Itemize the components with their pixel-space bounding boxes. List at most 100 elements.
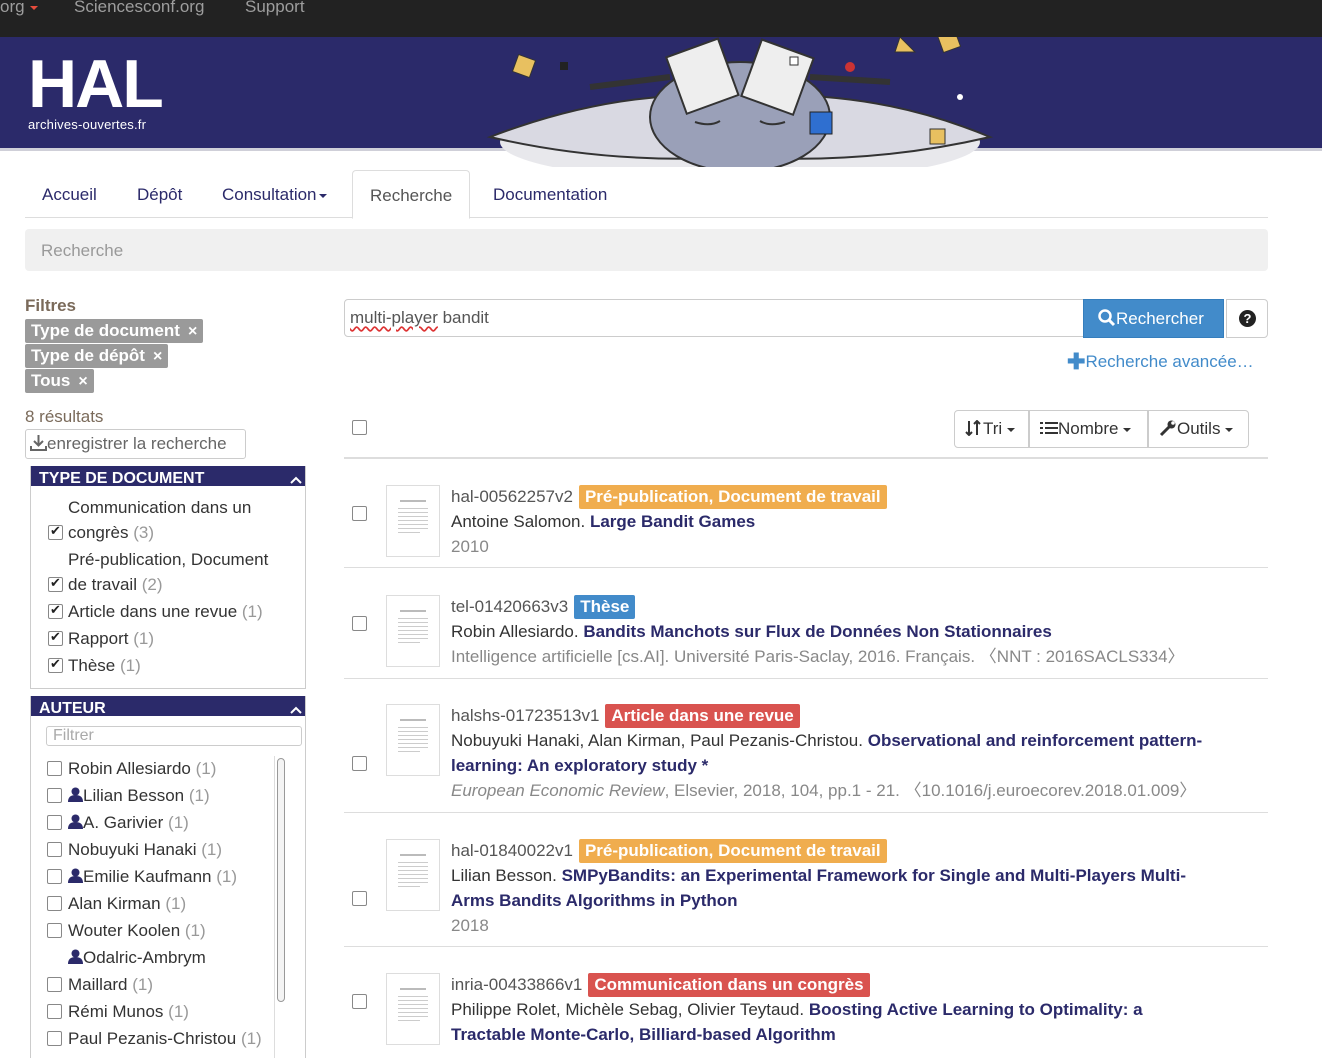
author-checkbox[interactable] (47, 788, 62, 803)
document-title[interactable]: Large Bandit Games (590, 512, 755, 531)
facet-item-rapport[interactable]: Rapport (1) (68, 626, 154, 651)
author-checkbox[interactable] (47, 842, 62, 857)
result-checkbox[interactable] (352, 756, 367, 771)
author-item[interactable]: A. Garivier (1) (68, 810, 189, 835)
nnt-link[interactable]: 〈NNT : 2016SACLS334〉 (980, 647, 1185, 666)
author-item[interactable]: Robin Allesiardo (1) (68, 756, 216, 781)
document-thumbnail[interactable] (386, 485, 440, 557)
document-thumbnail[interactable] (386, 595, 440, 667)
facet-item-article[interactable]: Article dans une revue (1) (68, 599, 263, 624)
sort-icon (965, 419, 981, 437)
checkbox-these[interactable] (48, 656, 63, 673)
checkbox-article[interactable] (48, 602, 63, 619)
result-checkbox[interactable] (352, 891, 367, 906)
topbar-org-dropdown[interactable]: org (0, 0, 38, 17)
tab-recherche[interactable]: Recherche (352, 170, 471, 219)
wrench-icon (1159, 420, 1176, 437)
save-search-button[interactable]: enregistrer la recherche (25, 429, 246, 459)
tools-dropdown[interactable]: Outils (1148, 410, 1249, 448)
facet-item-communication[interactable]: Communication dans un congrès (3) (68, 495, 251, 545)
document-title[interactable]: Boosting Active Learning to Optimality: … (809, 1000, 1143, 1019)
document-type-badge: Communication dans un congrès (588, 973, 870, 997)
tab-depot[interactable]: Dépôt (120, 170, 199, 218)
document-id[interactable]: halshs-01723513v1 (451, 706, 599, 725)
author-item[interactable]: Wouter Koolen (1) (68, 918, 206, 943)
help-button[interactable]: ? (1226, 299, 1268, 338)
document-title[interactable]: Bandits Manchots sur Flux de Données Non… (583, 622, 1052, 641)
filter-tag-document-type[interactable]: Type de document × (25, 319, 204, 343)
author-item[interactable]: Lilian Besson (1) (68, 783, 210, 808)
advanced-search-link[interactable]: ✚Recherche avancée… (1067, 349, 1254, 375)
topbar-support-link[interactable]: Support (245, 0, 305, 17)
document-type-badge: Article dans une revue (605, 704, 800, 728)
checkbox-rapport[interactable] (48, 629, 63, 646)
author-checkbox[interactable] (47, 815, 62, 830)
search-input[interactable]: multi-player bandit (344, 299, 1084, 337)
document-title[interactable]: SMPyBandits: an Experimental Framework f… (562, 866, 1186, 885)
author-list-scrollbar[interactable] (274, 756, 286, 1058)
result-authors-title: Lilian Besson. SMPyBandits: an Experimen… (451, 863, 1186, 888)
author-item[interactable]: Odalric-Ambrym (68, 945, 206, 970)
facet-title[interactable]: TYPE DE DOCUMENT (31, 466, 305, 487)
author-checkbox[interactable] (47, 761, 62, 776)
result-authors-title: Antoine Salomon. Large Bandit Games (451, 509, 755, 534)
author-checkbox[interactable] (47, 1004, 62, 1019)
facet-item-these[interactable]: Thèse (1) (68, 653, 141, 678)
document-id[interactable]: inria-00433866v1 (451, 975, 582, 994)
author-item[interactable]: Maillard (1) (68, 972, 153, 997)
document-id[interactable]: hal-00562257v2 (451, 487, 573, 506)
document-type-badge: Pré-publication, Document de travail (578, 839, 887, 863)
facet-item-prepublication[interactable]: Pré-publication, Document de travail (2) (68, 547, 268, 597)
authors: Robin Allesiardo. (451, 622, 579, 641)
document-id[interactable]: tel-01420663v3 (451, 597, 568, 616)
search-button[interactable]: Rechercher (1083, 299, 1224, 338)
author-checkbox[interactable] (47, 896, 62, 911)
author-item[interactable]: Alan Kirman (1) (68, 891, 186, 916)
result-checkbox[interactable] (352, 616, 367, 631)
document-thumbnail[interactable] (386, 839, 440, 911)
facet-title[interactable]: AUTEUR (31, 696, 305, 717)
tab-accueil[interactable]: Accueil (25, 170, 114, 218)
author-checkbox[interactable] (47, 869, 62, 884)
author-checkbox[interactable] (47, 1031, 62, 1046)
tab-documentation[interactable]: Documentation (476, 170, 624, 218)
tab-consultation[interactable]: Consultation (205, 170, 344, 218)
author-checkbox[interactable] (47, 977, 62, 992)
author-checkbox[interactable] (47, 923, 62, 938)
document-type-badge: Thèse (574, 595, 636, 619)
document-preview-icon (398, 610, 428, 643)
close-icon[interactable]: × (153, 348, 162, 365)
close-icon[interactable]: × (78, 373, 87, 390)
doi-link[interactable]: 〈10.1016/j.euroecorev.2018.01.009〉 (905, 781, 1197, 800)
author-item[interactable]: Rémi Munos (1) (68, 999, 189, 1024)
scrollbar-thumb[interactable] (277, 758, 285, 1002)
topbar-sciencesconf-link[interactable]: Sciencesconf.org (74, 0, 204, 17)
sort-dropdown[interactable]: Tri (954, 410, 1029, 448)
count-dropdown[interactable]: Nombre (1029, 410, 1148, 448)
close-icon[interactable]: × (188, 323, 197, 340)
header-banner: HAL archives-ouvertes.fr (0, 37, 1322, 167)
filter-tag-all[interactable]: Tous × (25, 369, 94, 393)
document-thumbnail[interactable] (386, 973, 440, 1045)
result-checkbox[interactable] (352, 994, 367, 1009)
checkbox-communication[interactable] (48, 523, 63, 540)
checkbox-prepublication[interactable] (48, 575, 63, 592)
result-header: halshs-01723513v1 Article dans une revue (451, 703, 800, 728)
chevron-up-icon[interactable] (289, 702, 303, 716)
author-item[interactable]: Emilie Kaufmann (1) (68, 864, 237, 889)
plus-icon: ✚ (1067, 349, 1086, 374)
chevron-up-icon[interactable] (289, 472, 303, 486)
hal-logo[interactable]: HAL archives-ouvertes.fr (28, 50, 164, 132)
result-authors-title: Robin Allesiardo. Bandits Manchots sur F… (451, 619, 1052, 644)
author-item[interactable]: Paul Pezanis-Christou (1) (68, 1026, 262, 1051)
document-id[interactable]: hal-01840022v1 (451, 841, 573, 860)
result-header: hal-01840022v1 Pré-publication, Document … (451, 838, 887, 863)
author-filter-input[interactable]: Filtrer (46, 726, 302, 746)
select-all-checkbox[interactable] (352, 420, 367, 435)
result-checkbox[interactable] (352, 506, 367, 521)
author-item[interactable]: Nobuyuki Hanaki (1) (68, 837, 222, 862)
document-thumbnail[interactable] (386, 704, 440, 776)
document-title[interactable]: Observational and reinforcement pattern- (868, 731, 1202, 750)
user-icon (68, 787, 83, 802)
filter-tag-deposit-type[interactable]: Type de dépôt × (25, 344, 169, 368)
